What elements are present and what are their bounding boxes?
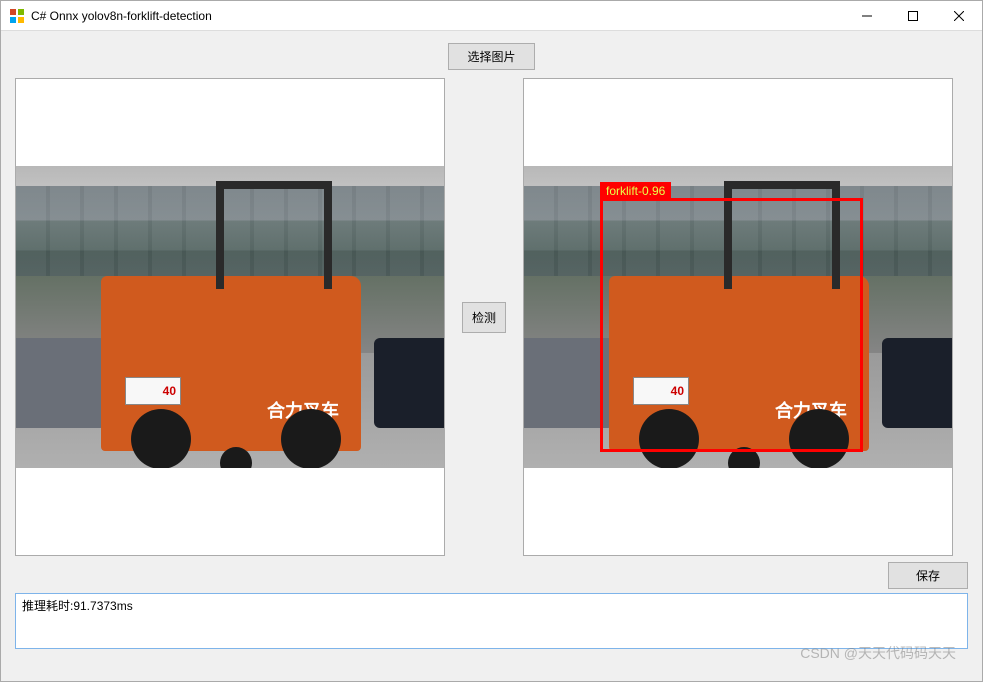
save-row: 保存 <box>15 562 968 589</box>
titlebar[interactable]: C# Onnx yolov8n-forklift-detection <box>1 1 982 31</box>
input-image-panel: 40 合力叉车 <box>15 78 445 556</box>
forklift-brand-text: 合力叉车 <box>267 397 339 423</box>
app-window: C# Onnx yolov8n-forklift-detection 选择图片 <box>0 0 983 682</box>
maximize-button[interactable] <box>890 1 936 31</box>
log-output[interactable]: 推理耗时:91.7373ms <box>15 593 968 649</box>
select-image-button[interactable]: 选择图片 <box>448 43 534 70</box>
forklift-graphic: 40 合力叉车 <box>101 276 361 451</box>
top-button-row: 选择图片 <box>15 43 968 70</box>
main-row: 40 合力叉车 检测 40 合力叉车 <box>15 78 968 556</box>
detect-button[interactable]: 检测 <box>462 302 506 333</box>
close-button[interactable] <box>936 1 982 31</box>
detection-bbox: forklift-0.96 <box>600 198 863 452</box>
detect-column: 检测 <box>455 302 513 333</box>
window-controls <box>844 1 982 30</box>
minimize-button[interactable] <box>844 1 890 31</box>
forklift-model-badge: 40 <box>125 377 181 405</box>
detection-label: forklift-0.96 <box>600 182 671 200</box>
input-image: 40 合力叉车 <box>16 166 444 468</box>
background-car-left <box>16 338 106 428</box>
save-button[interactable]: 保存 <box>888 562 968 589</box>
log-line: 推理耗时:91.7373ms <box>22 597 961 614</box>
output-image-panel: 40 合力叉车 forklift-0.96 <box>523 78 953 556</box>
app-icon <box>9 8 25 24</box>
client-area: 选择图片 40 合力叉车 检测 <box>1 31 982 681</box>
background-car-right <box>882 338 952 428</box>
background-car-right <box>374 338 444 428</box>
window-title: C# Onnx yolov8n-forklift-detection <box>31 9 844 23</box>
output-image: 40 合力叉车 forklift-0.96 <box>524 166 952 468</box>
